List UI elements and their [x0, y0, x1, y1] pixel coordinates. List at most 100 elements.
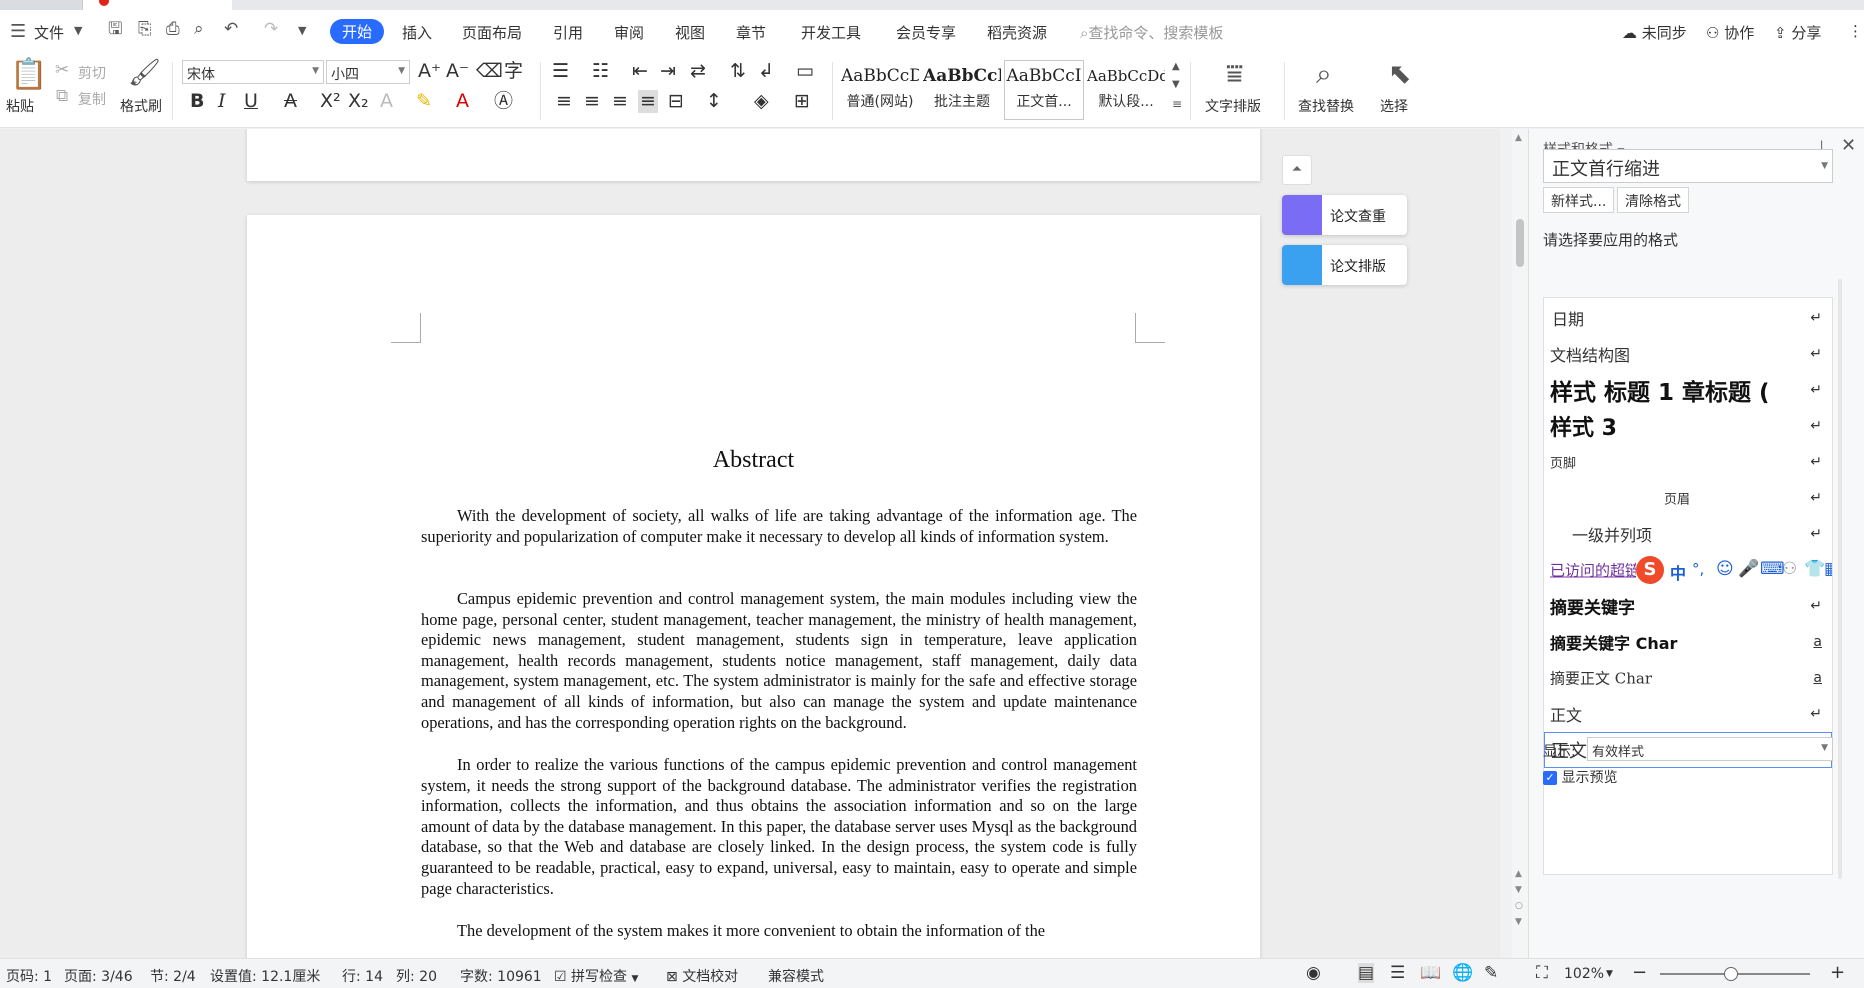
style-item[interactable]: 页脚 ↵ — [1544, 444, 1832, 480]
sogou-logo-icon[interactable]: S — [1636, 556, 1664, 584]
position-setting[interactable]: 设置值: 12.1厘米 — [210, 966, 320, 986]
zoom-slider[interactable] — [1660, 967, 1810, 981]
panel-scrollbar[interactable] — [1835, 279, 1845, 879]
zoom-out-icon[interactable]: − — [1632, 962, 1647, 983]
style-scroll-down-icon[interactable]: ▼ — [1172, 80, 1180, 90]
command-search[interactable]: ⌕查找命令、搜索模板 — [1080, 22, 1223, 43]
sync-status-button[interactable]: ☁ 未同步 — [1622, 22, 1687, 43]
style-item[interactable]: 摘要关键字 ↵ — [1544, 588, 1832, 624]
style-item[interactable]: 样式 标题 1 章标题 ( ↵ — [1544, 372, 1832, 408]
emoji-icon[interactable]: ☺ — [1716, 559, 1734, 579]
text-effect-icon[interactable]: A — [380, 92, 393, 111]
paste-icon[interactable]: 📋 — [10, 60, 47, 90]
keyboard-icon[interactable]: ⌨ — [1760, 559, 1785, 579]
highlight-icon[interactable]: ✎ — [416, 92, 432, 111]
outline-view-icon[interactable]: ☰ — [1390, 963, 1405, 983]
clear-format-button[interactable]: 清除格式 — [1617, 187, 1689, 213]
prev-page-icon[interactable]: ▲ — [1515, 869, 1522, 879]
document-tab[interactable] — [82, 0, 232, 10]
tab-page-layout[interactable]: 页面布局 — [462, 22, 522, 43]
increase-indent-icon[interactable]: ⇥ — [660, 62, 676, 81]
row-indicator[interactable]: 行: 14 — [342, 966, 383, 986]
show-preview-checkbox[interactable]: ✓ 显示预览 — [1543, 767, 1617, 787]
line-spacing-icon[interactable]: ↕ — [706, 92, 722, 111]
scroll-up-icon[interactable]: ▲ — [1515, 133, 1522, 143]
share-button[interactable]: ⇪ 分享 — [1774, 22, 1821, 43]
find-icon[interactable]: ⌕ — [1316, 60, 1332, 88]
show-marks-icon[interactable]: ↲ — [758, 62, 774, 81]
copy-button[interactable]: 复制 — [78, 89, 106, 109]
page-code[interactable]: 页码: 1 — [6, 966, 52, 986]
distributed-align-icon[interactable]: ⊟ — [668, 92, 684, 111]
bullet-list-icon[interactable]: ☰ — [552, 62, 569, 81]
align-right-icon[interactable]: ≡ — [612, 92, 628, 111]
paste-button[interactable]: 粘贴 — [6, 96, 34, 116]
style-item[interactable]: 摘要关键字 Char a — [1544, 624, 1832, 660]
style-item[interactable]: 样式 3 ↵ — [1544, 408, 1832, 444]
user-account-icon[interactable]: ⚇ — [1782, 559, 1797, 579]
underline-icon[interactable]: U — [244, 92, 258, 111]
more-options-icon[interactable]: ⋮ — [1848, 22, 1863, 40]
spell-check-button[interactable]: ☑ 拼写检查 ▼ — [554, 966, 638, 986]
current-page[interactable]: Abstract With the development of society… — [247, 215, 1260, 958]
skin-icon[interactable]: 👕 — [1804, 559, 1825, 579]
zoom-slider-handle[interactable] — [1723, 967, 1738, 981]
format-painter-icon[interactable]: 🖌 — [128, 60, 161, 86]
bold-icon[interactable]: B — [190, 92, 204, 111]
table-border-icon[interactable]: ▭ — [796, 62, 814, 81]
toolbox-icon[interactable]: ▦ — [1824, 559, 1832, 579]
word-count[interactable]: 字数: 10961 — [460, 966, 542, 986]
quick-access-more-icon[interactable]: ▼ — [298, 25, 306, 36]
body-paragraph[interactable]: With the development of society, all wal… — [421, 506, 1137, 547]
current-style-select[interactable]: 正文首行缩进 ▼ — [1543, 149, 1833, 183]
print-icon[interactable]: ⎙ — [166, 21, 180, 38]
align-center-icon[interactable]: ≡ — [584, 92, 600, 111]
style-comment-subject[interactable]: AaBbCcD 批注主题 — [922, 60, 1002, 120]
superscript-icon[interactable]: X² — [320, 92, 341, 111]
find-replace-button[interactable]: 查找替换 — [1298, 96, 1354, 116]
tab-insert[interactable]: 插入 — [402, 22, 432, 43]
file-menu[interactable]: 文件 — [34, 22, 64, 43]
style-normal-web[interactable]: AaBbCcDc 普通(网站) — [840, 60, 920, 120]
character-border-icon[interactable]: Ⓐ — [494, 92, 513, 111]
text-layout-button[interactable]: 文字排版 — [1205, 96, 1261, 116]
paper-layout-button[interactable]: 论文排版 — [1282, 245, 1407, 285]
style-item[interactable]: 日期 ↵ — [1544, 300, 1832, 336]
tab-docer[interactable]: 稻壳资源 — [987, 22, 1047, 43]
style-item[interactable]: 正文 ↵ — [1544, 696, 1832, 732]
web-view-icon[interactable]: 🌐 — [1452, 963, 1473, 983]
tab-review[interactable]: 审阅 — [614, 22, 644, 43]
eye-protection-icon[interactable]: ◉ — [1306, 963, 1321, 983]
zoom-in-icon[interactable]: + — [1830, 962, 1845, 983]
ime-punct-toggle[interactable]: °, — [1692, 560, 1704, 578]
tab-member[interactable]: 会员专享 — [896, 22, 956, 43]
style-gallery-more-icon[interactable]: ≡ — [1172, 98, 1182, 110]
cut-icon[interactable]: ✂ — [55, 62, 69, 79]
justify-icon[interactable]: ≡ — [638, 90, 658, 113]
panel-scroll-thumb[interactable] — [1838, 279, 1842, 879]
borders-icon[interactable]: ⊞ — [794, 92, 810, 111]
tab-chapter[interactable]: 章节 — [736, 22, 766, 43]
scroll-down-icon[interactable]: ▼ — [1515, 885, 1522, 895]
collapse-tools-icon[interactable]: ⏶ — [1282, 155, 1312, 185]
show-filter-select[interactable]: 有效样式 ▼ — [1587, 737, 1833, 761]
new-style-button[interactable]: 新样式... — [1543, 187, 1615, 213]
tab-home[interactable]: 开始 — [330, 19, 385, 44]
redo-icon[interactable]: ↷ — [264, 21, 278, 38]
cursor-select-icon[interactable]: ⬉ — [1388, 60, 1411, 88]
style-scroll-up-icon[interactable]: ▲ — [1172, 62, 1180, 72]
paper-check-button[interactable]: 论文查重 — [1282, 195, 1407, 235]
body-paragraph[interactable]: In order to realize the various function… — [421, 755, 1137, 899]
export-pdf-icon[interactable]: ⎘ — [138, 21, 152, 38]
style-item[interactable]: 一级并列项 ↵ — [1544, 516, 1832, 552]
close-icon[interactable]: ✕ — [1841, 137, 1856, 155]
document-scrollbar[interactable]: ▲ ▲ ▼ ○ ▼ — [1512, 129, 1528, 958]
ime-mode-toggle[interactable]: 中 — [1670, 560, 1686, 584]
window-tab[interactable] — [0, 0, 82, 10]
numbered-list-icon[interactable]: ☷ — [592, 62, 609, 81]
previous-page[interactable] — [247, 129, 1260, 181]
shrink-font-icon[interactable]: A⁻ — [446, 62, 469, 81]
section-indicator[interactable]: 节: 2/4 — [150, 966, 196, 986]
grow-font-icon[interactable]: A⁺ — [418, 62, 441, 81]
chevron-down-icon[interactable]: ▼ — [1606, 969, 1613, 979]
